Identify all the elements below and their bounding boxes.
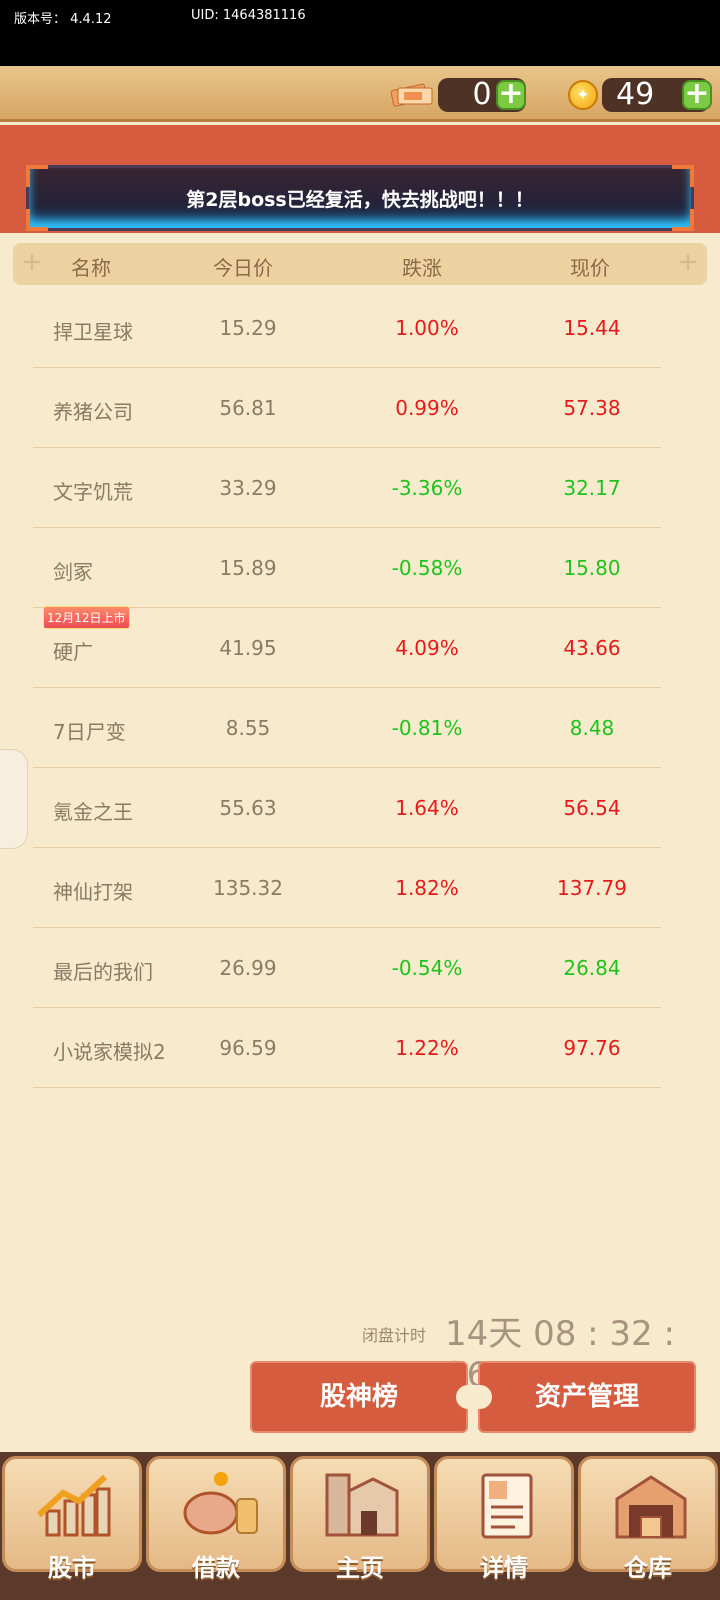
stock-name: 7日尸变 bbox=[53, 720, 126, 744]
stock-row[interactable]: 神仙打架 135.32 1.82% 137.79 bbox=[33, 848, 661, 928]
house-icon bbox=[325, 1473, 399, 1537]
stock-row[interactable]: 小说家模拟2 96.59 1.22% 97.76 bbox=[33, 1008, 661, 1088]
nav-stock-market[interactable]: 股市 bbox=[2, 1456, 142, 1582]
stock-today-price: 135.32 bbox=[213, 876, 283, 900]
stock-today-price: 55.63 bbox=[219, 796, 277, 820]
stock-name: 最后的我们 bbox=[53, 960, 153, 984]
version-text: 版本号： 4.4.12 bbox=[14, 12, 112, 27]
stock-change: 1.64% bbox=[395, 796, 459, 820]
plus-decoration-icon: + bbox=[677, 247, 699, 277]
stock-today-price: 41.95 bbox=[219, 636, 277, 660]
asset-management-button[interactable]: 资产管理 bbox=[478, 1361, 696, 1433]
stock-row[interactable]: 剑冢 15.89 -0.58% 15.80 bbox=[33, 528, 661, 608]
nav-label: 详情 bbox=[480, 1554, 528, 1582]
header-name: 名称 bbox=[71, 256, 111, 280]
header-current-price: 现价 bbox=[570, 256, 610, 280]
listing-date-badge: 12月12日上市 bbox=[43, 606, 130, 629]
stock-current-price: 137.79 bbox=[557, 876, 627, 900]
stock-name: 小说家模拟2 bbox=[53, 1040, 166, 1064]
stock-name: 神仙打架 bbox=[53, 880, 133, 904]
bottom-nav: 股市 借款 主页 详情 仓库 bbox=[0, 1452, 720, 1600]
resource-bar: 0 + ✦ 49 + bbox=[0, 66, 720, 122]
add-coin-button[interactable]: + bbox=[682, 79, 712, 110]
stock-row[interactable]: 12月12日上市硬广 41.95 4.09% 43.66 bbox=[33, 606, 661, 688]
nav-home[interactable]: 主页 bbox=[290, 1456, 430, 1582]
stock-current-price: 8.48 bbox=[569, 716, 615, 740]
stock-name: 剑冢 bbox=[53, 560, 93, 584]
stock-current-price: 97.76 bbox=[563, 1036, 621, 1060]
stock-name: 氪金之王 bbox=[53, 800, 133, 824]
ticket-resource: 0 + bbox=[390, 78, 530, 112]
stock-current-price: 43.66 bbox=[563, 636, 621, 660]
uid-text: UID: 1464381116 bbox=[191, 8, 306, 23]
ticket-icon bbox=[390, 83, 433, 107]
stock-name: 捍卫星球 bbox=[53, 320, 133, 344]
stock-row[interactable]: 文字饥荒 33.29 -3.36% 32.17 bbox=[33, 448, 661, 528]
header-today-price: 今日价 bbox=[213, 256, 273, 280]
leaderboard-button[interactable]: 股神榜 bbox=[250, 1361, 468, 1433]
stock-row[interactable]: 氪金之王 55.63 1.64% 56.54 bbox=[33, 768, 661, 848]
stock-row[interactable]: 养猪公司 56.81 0.99% 57.38 bbox=[33, 368, 661, 448]
nav-label: 主页 bbox=[336, 1554, 384, 1582]
stock-chart-icon bbox=[36, 1474, 111, 1537]
nav-label: 借款 bbox=[192, 1554, 240, 1582]
stock-today-price: 33.29 bbox=[219, 476, 277, 500]
stock-change: 1.22% bbox=[395, 1036, 459, 1060]
close-timer-label: 闭盘计时 bbox=[362, 1326, 427, 1345]
coin-resource: ✦ 49 + bbox=[568, 78, 714, 112]
stock-current-price: 57.38 bbox=[563, 396, 621, 420]
nav-loan[interactable]: 借款 bbox=[146, 1456, 286, 1582]
stock-change: 4.09% bbox=[395, 636, 459, 660]
stock-today-price: 15.89 bbox=[219, 556, 277, 580]
side-drawer-tab[interactable] bbox=[0, 749, 28, 849]
nav-label: 仓库 bbox=[624, 1554, 672, 1582]
stock-today-price: 96.59 bbox=[219, 1036, 277, 1060]
nav-details[interactable]: 详情 bbox=[434, 1456, 574, 1582]
coin-icon: ✦ bbox=[568, 80, 598, 110]
stock-row[interactable]: 捍卫星球 15.29 1.00% 15.44 bbox=[33, 288, 661, 368]
stock-row[interactable]: 7日尸变 8.55 -0.81% 8.48 bbox=[33, 688, 661, 768]
stock-change: 0.99% bbox=[395, 396, 459, 420]
status-bar: 版本号： 4.4.12 UID: 1464381116 bbox=[0, 0, 720, 66]
table-header: + 名称 今日价 跌涨 现价 + bbox=[13, 243, 707, 285]
stock-name: 养猪公司 bbox=[53, 400, 133, 424]
stock-today-price: 26.99 bbox=[219, 956, 277, 980]
stock-current-price: 26.84 bbox=[563, 956, 621, 980]
nav-label: 股市 bbox=[48, 1554, 96, 1582]
warehouse-icon bbox=[615, 1475, 687, 1539]
stock-change: -0.81% bbox=[391, 716, 463, 740]
nav-warehouse[interactable]: 仓库 bbox=[578, 1456, 718, 1582]
stock-current-price: 15.80 bbox=[563, 556, 621, 580]
stock-today-price: 8.55 bbox=[225, 716, 271, 740]
stock-change: 1.00% bbox=[395, 316, 459, 340]
add-ticket-button[interactable]: + bbox=[496, 79, 526, 110]
boss-notice-banner: 第2层boss已经复活，快去挑战吧！！！ bbox=[26, 165, 694, 231]
notice-text: 第2层boss已经复活，快去挑战吧！！！ bbox=[186, 189, 534, 211]
stock-name: 文字饥荒 bbox=[53, 480, 133, 504]
stock-current-price: 15.44 bbox=[563, 316, 621, 340]
stock-current-price: 56.54 bbox=[563, 796, 621, 820]
stock-change: -0.58% bbox=[391, 556, 463, 580]
stock-current-price: 32.17 bbox=[563, 476, 621, 500]
stock-row[interactable]: 最后的我们 26.99 -0.54% 26.84 bbox=[33, 928, 661, 1008]
stock-today-price: 15.29 bbox=[219, 316, 277, 340]
header-change: 跌涨 bbox=[402, 256, 442, 280]
stock-today-price: 56.81 bbox=[219, 396, 277, 420]
plus-decoration-icon: + bbox=[21, 247, 43, 277]
stock-change: -3.36% bbox=[391, 476, 463, 500]
document-icon bbox=[481, 1473, 533, 1539]
piggy-bank-icon bbox=[183, 1472, 258, 1535]
stock-name: 硬广 bbox=[53, 640, 93, 664]
stock-change: -0.54% bbox=[391, 956, 463, 980]
stock-change: 1.82% bbox=[395, 876, 459, 900]
button-connector bbox=[456, 1385, 492, 1409]
